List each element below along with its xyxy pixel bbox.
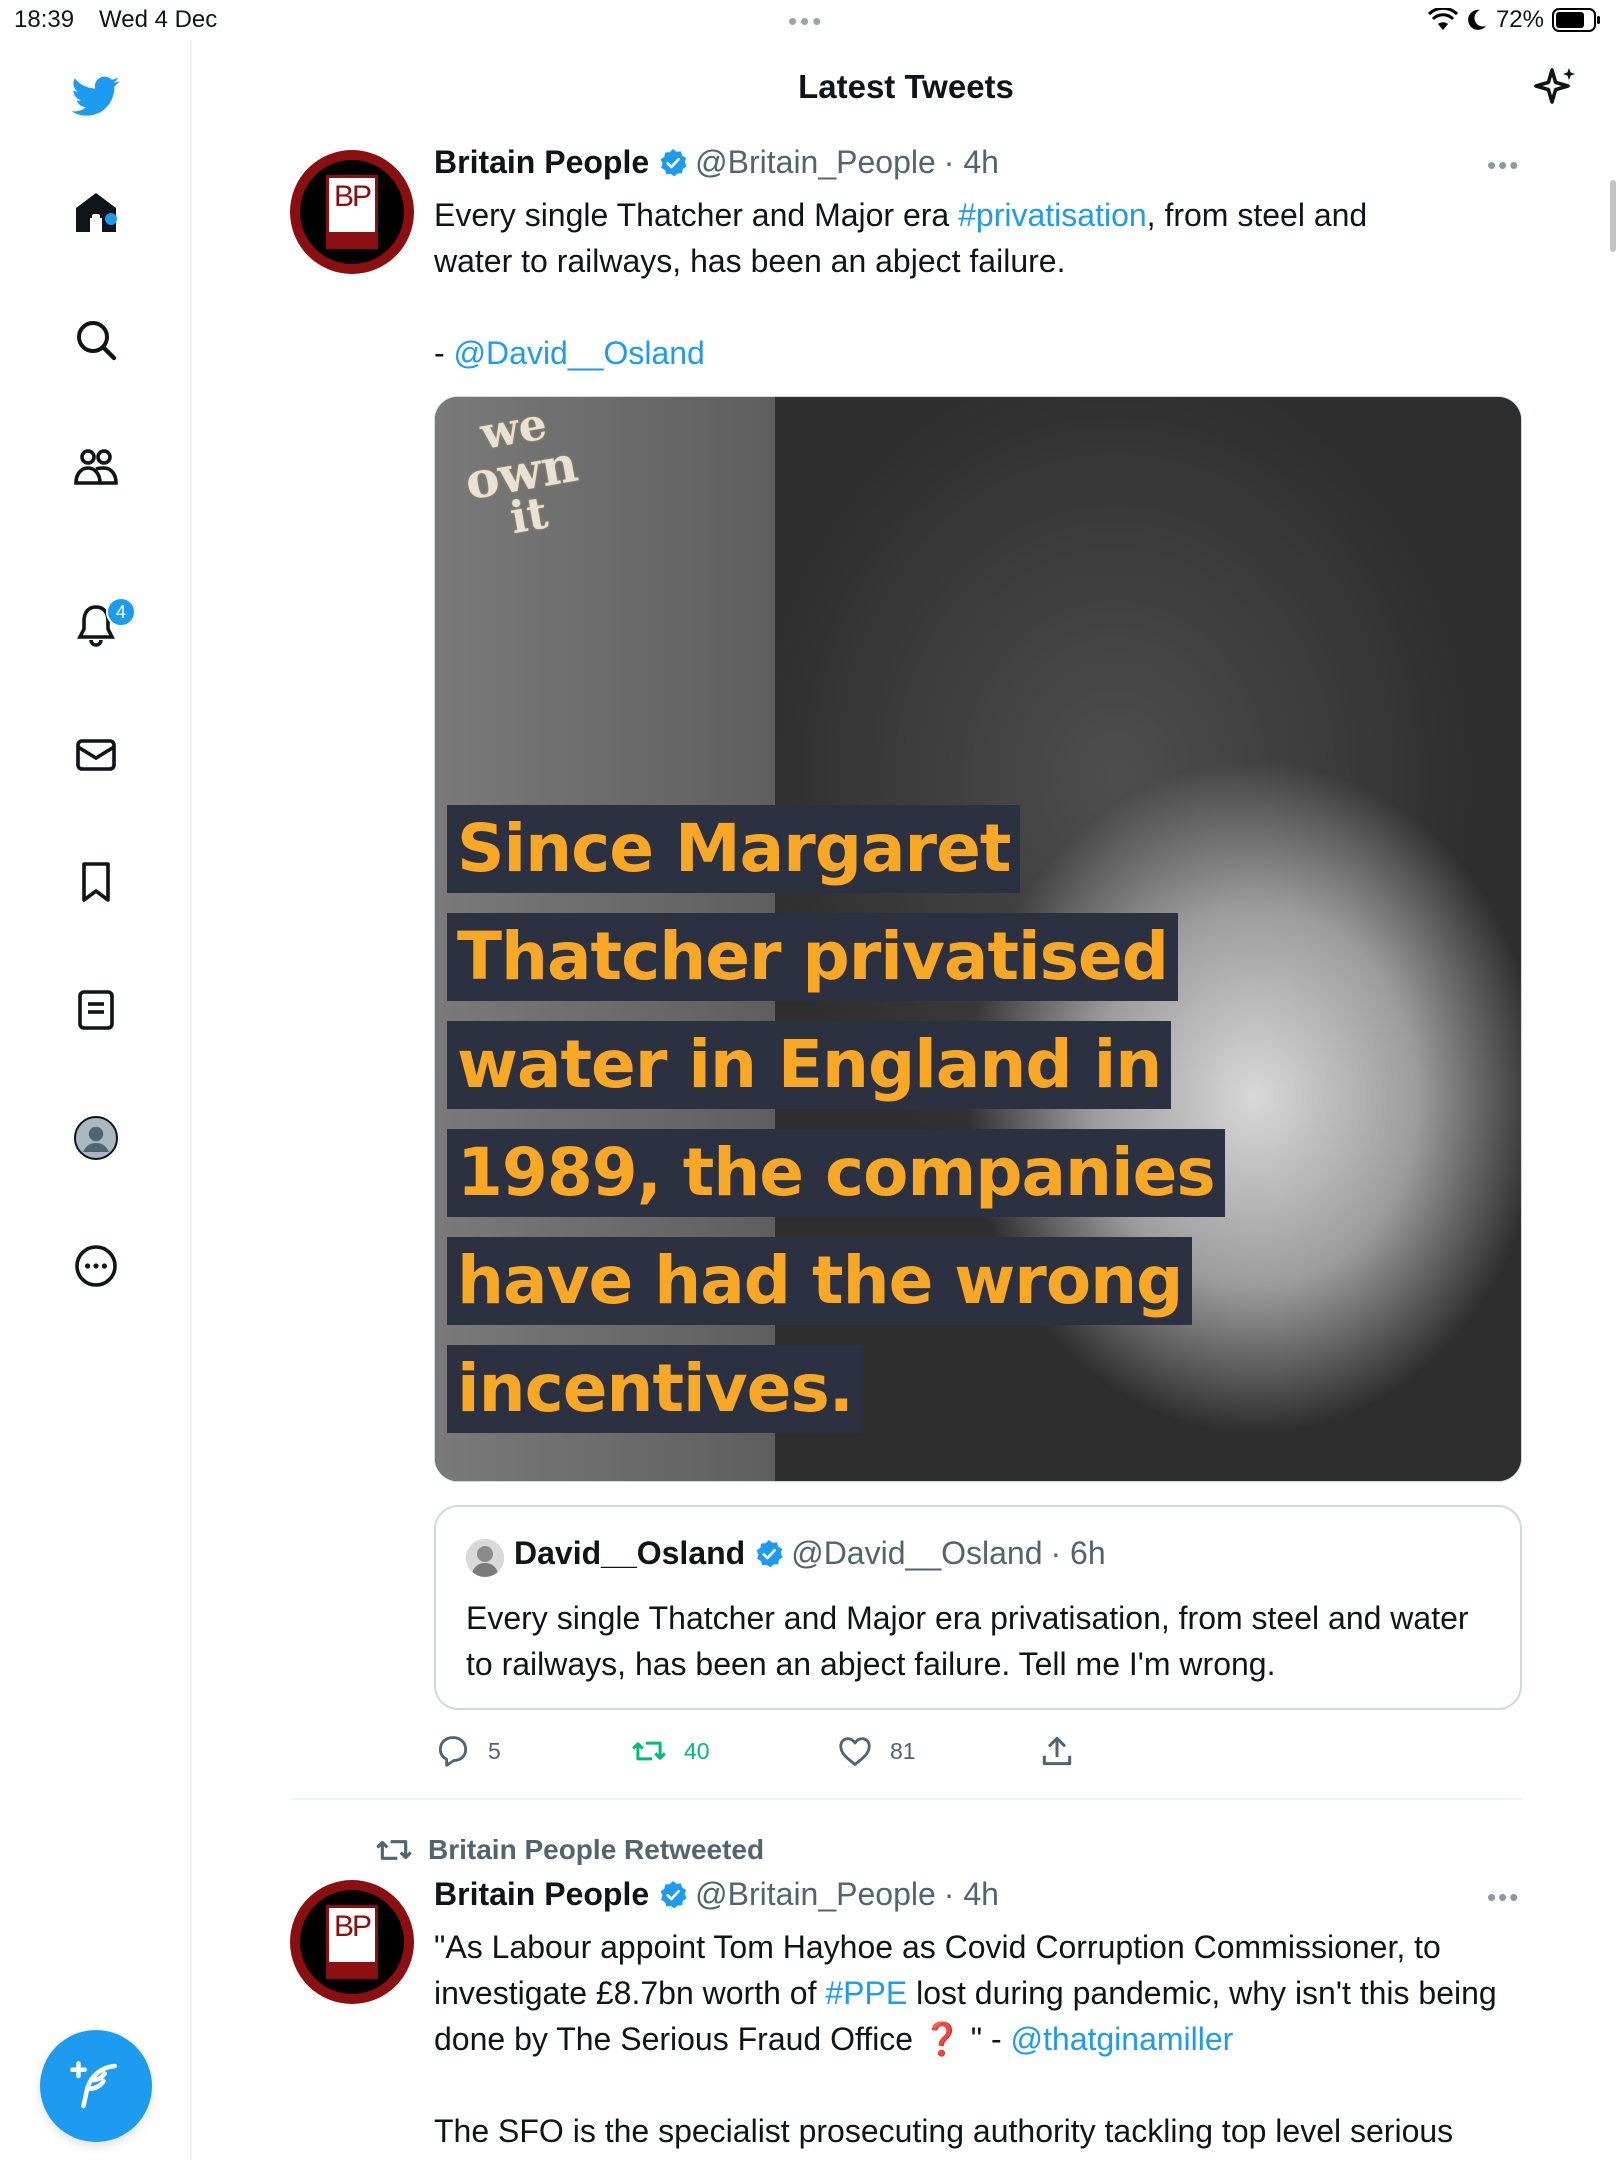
status-bar: 18:39 Wed 4 Dec ••• 72% (0, 0, 1620, 40)
tweet-author-avatar[interactable]: BP (290, 150, 414, 274)
verified-badge-icon (756, 1539, 783, 1567)
bookmarks-icon[interactable] (66, 852, 126, 912)
multitasking-dots-icon[interactable]: ••• (788, 6, 824, 37)
scrollbar[interactable] (1610, 180, 1616, 252)
tweet-body-continued: The SFO is the specialist prosecuting au… (434, 2113, 1454, 2149)
like-button[interactable]: 81 (836, 1732, 916, 1770)
tweet-author-avatar[interactable]: BP (290, 1880, 414, 2004)
mention-link[interactable]: @David__Osland (454, 335, 705, 371)
like-count: 81 (890, 1737, 916, 1764)
watermark-logo: we own it (460, 398, 582, 545)
image-caption-line: have had the wrong (447, 1237, 1193, 1325)
image-caption-line: incentives. (447, 1345, 863, 1433)
retweet-icon (376, 1840, 412, 1860)
image-caption-line: 1989, the companies (447, 1129, 1225, 1217)
status-date: Wed 4 Dec (99, 6, 218, 33)
tweet-more-options-icon[interactable]: ••• (1487, 1882, 1523, 1912)
reply-icon (438, 1736, 468, 1767)
quoted-author-name: David__Osland (514, 1535, 746, 1571)
home-unread-dot (105, 213, 117, 225)
question-emoji-icon: ❓ (921, 2021, 962, 2057)
quoted-tweet-header: David__Osland @David__Osland · 6h (514, 1535, 1106, 1572)
quoted-timestamp: · 6h (1050, 1535, 1106, 1571)
quoted-author-avatar (466, 1539, 504, 1577)
status-indicators: 72% (1427, 6, 1602, 34)
page-title: Latest Tweets (798, 68, 1014, 105)
verified-badge-icon (660, 148, 687, 176)
messages-envelope-icon[interactable] (66, 725, 126, 785)
tweet-timestamp[interactable]: · 4h (944, 1876, 999, 1913)
more-options-icon[interactable] (66, 1236, 126, 1296)
status-time: 18:39 (14, 6, 75, 33)
twitter-logo-icon[interactable] (66, 66, 126, 126)
share-button[interactable] (1038, 1732, 1076, 1770)
retweet-icon (632, 1741, 666, 1761)
quoted-tweet-body: Every single Thatcher and Major era priv… (466, 1600, 1469, 1682)
communities-icon[interactable] (66, 437, 126, 497)
profile-avatar-icon[interactable] (66, 1108, 126, 1168)
author-handle[interactable]: @Britain_People (695, 144, 936, 181)
notifications-badge: 4 (106, 597, 136, 627)
retweeted-by-label[interactable]: Britain People Retweeted (374, 1830, 764, 1870)
avatar-logo-text: BP (333, 1910, 372, 1943)
retweet-button[interactable]: 40 (630, 1732, 710, 1770)
reply-button[interactable]: 5 (434, 1732, 501, 1770)
search-icon[interactable] (66, 310, 126, 370)
compose-feather-icon (70, 2061, 117, 2109)
author-name[interactable]: Britain People (434, 144, 649, 181)
image-caption-line: water in England in (447, 1021, 1172, 1109)
heart-icon (839, 1737, 871, 1766)
quoted-tweet[interactable]: David__Osland @David__Osland · 6h Every … (434, 1505, 1522, 1710)
mention-link[interactable]: @thatginamiller (1011, 2021, 1234, 2057)
sidebar: 4 (0, 40, 192, 2160)
tweet-image[interactable]: we own it Since Margaret Thatcher privat… (434, 396, 1522, 1482)
quoted-author-handle: @David__Osland (791, 1535, 1043, 1571)
tweet-body: Every single Thatcher and Major era #pri… (434, 197, 1368, 279)
author-name[interactable]: Britain People (434, 1876, 649, 1913)
tweet-credit: - @David__Osland (434, 335, 705, 371)
tweet-header: Britain People @Britain_People · 4h (434, 144, 999, 181)
tweet-divider (290, 1798, 1522, 1800)
reply-count: 5 (488, 1737, 501, 1764)
avatar-logo-text: BP (333, 180, 372, 213)
battery-icon (1552, 8, 1600, 32)
tweet-more-options-icon[interactable]: ••• (1487, 150, 1523, 180)
top-tweets-sparkle-icon[interactable] (1532, 64, 1580, 112)
image-caption-line: Since Margaret (447, 805, 1021, 893)
retweet-count: 40 (684, 1737, 710, 1764)
battery-percent: 72% (1495, 6, 1544, 33)
compose-tweet-button[interactable] (40, 2030, 152, 2142)
wifi-icon (1427, 8, 1458, 30)
moon-icon (1468, 9, 1486, 30)
hashtag-link[interactable]: #PPE (825, 1975, 907, 2011)
image-caption-line: Thatcher privatised (447, 913, 1178, 1001)
hashtag-link[interactable]: #privatisation (958, 197, 1147, 233)
share-icon (1042, 1736, 1072, 1766)
tweet-body: "As Labour appoint Tom Hayhoe as Covid C… (434, 1929, 1506, 2057)
author-handle[interactable]: @Britain_People (695, 1876, 936, 1913)
tweet-timestamp[interactable]: · 4h (944, 144, 999, 181)
tweet-header: Britain People @Britain_People · 4h (434, 1876, 999, 1913)
verified-badge-icon (660, 1880, 687, 1908)
lists-icon[interactable] (66, 980, 126, 1040)
home-icon[interactable] (66, 182, 126, 242)
